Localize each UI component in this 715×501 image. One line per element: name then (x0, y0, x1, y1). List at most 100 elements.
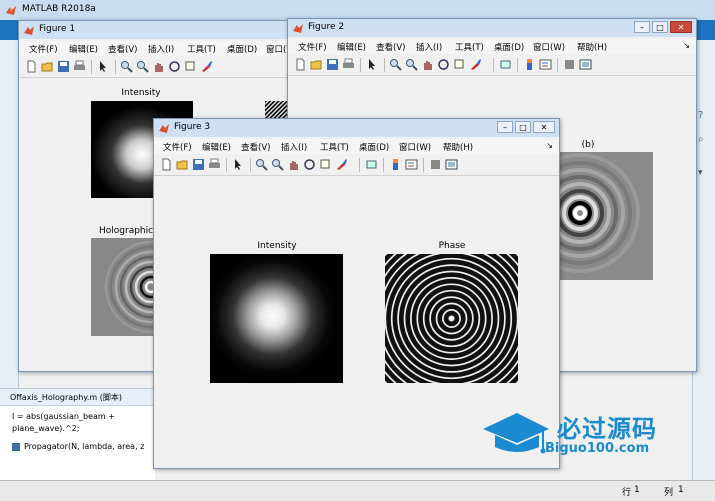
open-icon[interactable] (176, 158, 189, 171)
rotate-icon[interactable] (437, 58, 450, 71)
menu-tools[interactable]: 工具(T) (187, 43, 216, 55)
data-cursor-icon[interactable] (319, 158, 332, 171)
save-icon[interactable] (326, 58, 339, 71)
fig3-intensity-plot[interactable] (210, 254, 343, 383)
pan-icon[interactable] (287, 158, 300, 171)
hide-tools-icon[interactable] (429, 158, 442, 171)
menu-desktop[interactable]: 桌面(D) (494, 41, 524, 53)
menu-edit[interactable]: 编辑(E) (337, 41, 366, 53)
zoom-in-icon[interactable] (120, 60, 133, 73)
new-icon[interactable] (160, 158, 173, 171)
current-folder-panel[interactable] (0, 40, 19, 390)
editor-code[interactable]: I = abs(gaussian_beam + plane_wave).^2; (12, 411, 152, 435)
fig1-holographic-plot[interactable] (91, 238, 156, 336)
data-cursor-icon[interactable] (453, 58, 466, 71)
search-icon[interactable]: ⌕ (698, 134, 704, 145)
data-cursor-icon[interactable] (184, 60, 197, 73)
editor-header: Offaxis_Holography.m (脚本) (0, 389, 155, 406)
zoom-out-icon[interactable] (271, 158, 284, 171)
help-icon[interactable]: ? (698, 110, 703, 121)
link-icon[interactable] (365, 158, 378, 171)
menu-window[interactable]: 窗口(W) (533, 41, 565, 53)
open-icon[interactable] (310, 58, 323, 71)
menu-file[interactable]: 文件(F) (29, 43, 58, 55)
menu-window[interactable]: 窗口(W) (399, 141, 431, 153)
zoom-in-icon[interactable] (255, 158, 268, 171)
rotate-icon[interactable] (168, 60, 181, 73)
menu-edit[interactable]: 编辑(E) (202, 141, 231, 153)
menu-insert[interactable]: 插入(I) (416, 41, 442, 53)
toolbar-separator (115, 60, 116, 74)
menu-tools[interactable]: 工具(T) (455, 41, 484, 53)
figure-2-titlebar[interactable]: Figure 2 – □ ✕ (288, 19, 696, 37)
editor-panel[interactable]: Offaxis_Holography.m (脚本) I = abs(gaussi… (0, 388, 155, 481)
pan-icon[interactable] (421, 58, 434, 71)
maximize-icon[interactable]: □ (515, 121, 531, 133)
graduation-cap-icon (483, 413, 549, 454)
minimize-icon[interactable]: – (634, 21, 650, 33)
brush-icon[interactable] (200, 60, 213, 73)
figure-2-title: Figure 2 (308, 22, 345, 32)
toolbar-separator (423, 158, 424, 172)
fig3-phase-plot[interactable] (385, 254, 518, 383)
rotate-icon[interactable] (303, 158, 316, 171)
menu-desktop[interactable]: 桌面(D) (227, 43, 257, 55)
brush-icon[interactable] (335, 158, 348, 171)
dock-icon[interactable] (445, 158, 458, 171)
close-icon[interactable]: ✕ (533, 121, 555, 133)
status-bar: 行 1 列 1 (0, 480, 715, 501)
hide-tools-icon[interactable] (563, 58, 576, 71)
menu-view[interactable]: 查看(V) (108, 43, 137, 55)
new-icon[interactable] (294, 58, 307, 71)
menu-help[interactable]: 帮助(H) (443, 141, 473, 153)
figure-1-toolbar (19, 57, 297, 78)
print-icon[interactable] (208, 158, 221, 171)
matlab-logo-icon (23, 24, 35, 36)
menu-file[interactable]: 文件(F) (298, 41, 327, 53)
fig2-rings-plot[interactable] (558, 152, 653, 280)
zoom-out-icon[interactable] (405, 58, 418, 71)
dock-icon[interactable]: ↘ (546, 141, 553, 150)
pointer-icon[interactable] (232, 158, 245, 171)
link-icon[interactable] (499, 58, 512, 71)
zoom-in-icon[interactable] (389, 58, 402, 71)
figure-3-titlebar[interactable]: Figure 3 – □ ✕ (154, 119, 559, 137)
save-icon[interactable] (192, 158, 205, 171)
menu-view[interactable]: 查看(V) (241, 141, 270, 153)
pointer-icon[interactable] (366, 58, 379, 71)
close-icon[interactable]: ✕ (670, 21, 692, 33)
legend-icon[interactable] (539, 58, 552, 71)
print-icon[interactable] (342, 58, 355, 71)
menu-help[interactable]: 帮助(H) (577, 41, 607, 53)
matlab-logo-icon (292, 22, 304, 34)
dock-icon[interactable] (579, 58, 592, 71)
pointer-icon[interactable] (97, 60, 110, 73)
menu-file[interactable]: 文件(F) (163, 141, 192, 153)
menu-desktop[interactable]: 桌面(D) (359, 141, 389, 153)
menu-edit[interactable]: 编辑(E) (69, 43, 98, 55)
figure-1-titlebar[interactable]: Figure 1 (19, 21, 297, 39)
brush-icon[interactable] (469, 58, 482, 71)
pan-icon[interactable] (152, 60, 165, 73)
legend-icon[interactable] (405, 158, 418, 171)
toolbar-separator (360, 58, 361, 72)
colorbar-icon[interactable] (389, 158, 402, 171)
save-icon[interactable] (57, 60, 70, 73)
chevron-down-icon[interactable]: ▾ (698, 168, 703, 178)
open-icon[interactable] (41, 60, 54, 73)
minimize-icon[interactable]: – (497, 121, 513, 133)
dock-icon[interactable]: ↘ (683, 41, 690, 50)
biguo-watermark-logo: 必过源码 Biguo100.com (481, 407, 686, 459)
colorbar-icon[interactable] (523, 58, 536, 71)
function-icon (12, 442, 20, 451)
fig3-plot2-title: Phase (438, 241, 466, 251)
zoom-out-icon[interactable] (136, 60, 149, 73)
print-icon[interactable] (73, 60, 86, 73)
new-icon[interactable] (25, 60, 38, 73)
menu-tools[interactable]: 工具(T) (320, 141, 349, 153)
menu-insert[interactable]: 插入(I) (148, 43, 174, 55)
menu-view[interactable]: 查看(V) (376, 41, 405, 53)
maximize-icon[interactable]: □ (652, 21, 668, 33)
toolbar-separator (384, 58, 385, 72)
menu-insert[interactable]: 插入(I) (281, 141, 307, 153)
